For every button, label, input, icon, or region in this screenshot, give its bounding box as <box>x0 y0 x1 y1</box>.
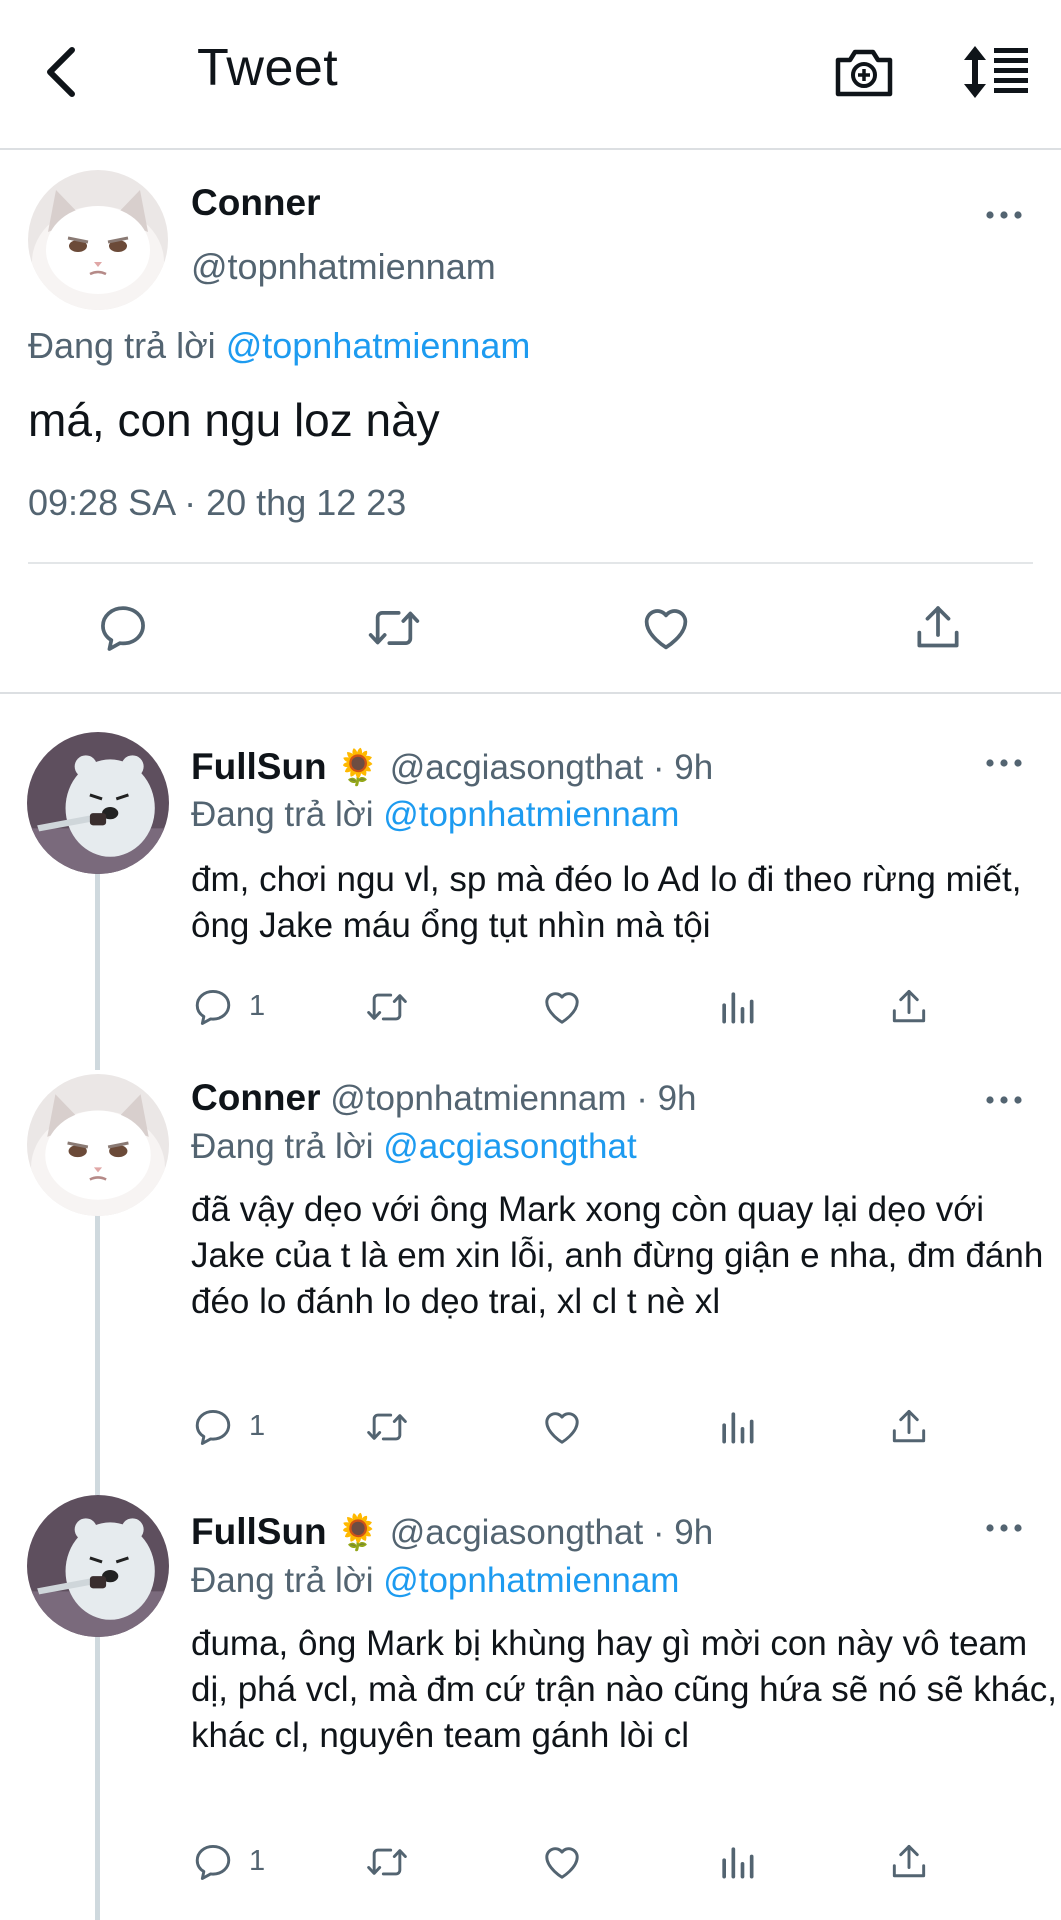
replying-to-line: Đang trả lời @acgiasongthat <box>191 1127 637 1167</box>
reply-text: đã vậy dẹo với ông Mark xong còn quay lạ… <box>191 1190 1044 1321</box>
share-icon[interactable] <box>887 1840 931 1884</box>
like-icon[interactable] <box>540 985 584 1029</box>
retweet-icon[interactable] <box>365 985 409 1029</box>
mention-link[interactable]: @topnhatmiennam <box>226 325 531 366</box>
views-icon[interactable] <box>715 1840 759 1884</box>
like-icon[interactable] <box>540 1405 584 1449</box>
more-icon[interactable] <box>984 756 1024 770</box>
retweet-icon[interactable] <box>366 600 422 656</box>
author-name[interactable]: Conner <box>191 1077 321 1118</box>
replying-to-line: Đang trả lời @topnhatmiennam <box>191 795 679 835</box>
thread-line <box>95 870 100 1070</box>
like-icon[interactable] <box>638 600 694 656</box>
views-icon[interactable] <box>715 985 759 1029</box>
author-name[interactable]: Conner <box>191 182 321 224</box>
reply-icon[interactable] <box>191 1405 235 1449</box>
divider <box>0 692 1061 694</box>
replying-to-line: Đang trả lời @topnhatmiennam <box>28 325 530 367</box>
share-icon[interactable] <box>910 600 966 656</box>
more-icon[interactable] <box>984 208 1024 222</box>
author-handle[interactable]: @topnhatmiennam <box>191 246 496 288</box>
retweet-icon[interactable] <box>365 1840 409 1884</box>
sunflower-emoji: 🌻 <box>336 748 380 787</box>
tweet-timestamp: 09:28 SA · 20 thg 12 23 <box>28 482 407 523</box>
reply-icon[interactable] <box>95 600 151 656</box>
thread-line <box>95 1636 100 1920</box>
author-handle-time[interactable]: @acgiasongthat · 9h <box>390 748 714 787</box>
replying-prefix: Đang trả lời <box>28 325 216 366</box>
like-icon[interactable] <box>540 1840 584 1884</box>
divider <box>28 562 1033 564</box>
reply-count: 1 <box>249 1410 266 1442</box>
reply-icon[interactable] <box>191 1840 235 1884</box>
retweet-icon[interactable] <box>365 1405 409 1449</box>
reply-header: FullSun 🌻 @acgiasongthat · 9h <box>191 1511 713 1553</box>
top-bar <box>0 0 1061 150</box>
author-name[interactable]: FullSun <box>191 1511 327 1552</box>
share-icon[interactable] <box>887 1405 931 1449</box>
more-icon[interactable] <box>984 1093 1024 1107</box>
views-icon[interactable] <box>715 1405 759 1449</box>
avatar[interactable] <box>27 732 169 874</box>
page-title: Tweet <box>197 39 339 97</box>
reply-header: FullSun 🌻 @acgiasongthat · 9h <box>191 746 713 788</box>
more-icon[interactable] <box>984 1521 1024 1535</box>
replying-to-line: Đang trả lời @topnhatmiennam <box>191 1561 679 1601</box>
tweet-text: má, con ngu loz này <box>28 394 440 446</box>
author-handle-time[interactable]: @topnhatmiennam · 9h <box>330 1079 696 1118</box>
author-handle-time[interactable]: @acgiasongthat · 9h <box>390 1513 714 1552</box>
reply-count: 1 <box>249 1845 266 1877</box>
mention-link[interactable]: @acgiasongthat <box>383 1127 636 1166</box>
reply-icon[interactable] <box>191 985 235 1029</box>
thread-line <box>95 1215 100 1495</box>
replying-prefix: Đang trả lời <box>191 1127 374 1166</box>
avatar[interactable] <box>27 1495 169 1637</box>
sunflower-emoji: 🌻 <box>336 1513 380 1552</box>
reply-text: đuma, ông Mark bị khùng hay gì mời con n… <box>191 1624 1057 1755</box>
replying-prefix: Đang trả lời <box>191 795 374 834</box>
reply-text: đm, chơi ngu vl, sp mà đéo lo Ad lo đi t… <box>191 860 1022 945</box>
reply-count: 1 <box>249 990 266 1022</box>
camera-add-icon[interactable] <box>834 44 894 100</box>
back-arrow-icon[interactable] <box>38 42 86 102</box>
replying-prefix: Đang trả lời <box>191 1561 374 1600</box>
mention-link[interactable]: @topnhatmiennam <box>383 795 679 834</box>
reply-header: Conner @topnhatmiennam · 9h <box>191 1077 697 1119</box>
author-name[interactable]: FullSun <box>191 746 327 787</box>
avatar[interactable] <box>28 170 168 310</box>
sort-icon[interactable] <box>962 44 1030 100</box>
avatar[interactable] <box>27 1074 169 1216</box>
mention-link[interactable]: @topnhatmiennam <box>383 1561 679 1600</box>
share-icon[interactable] <box>887 985 931 1029</box>
